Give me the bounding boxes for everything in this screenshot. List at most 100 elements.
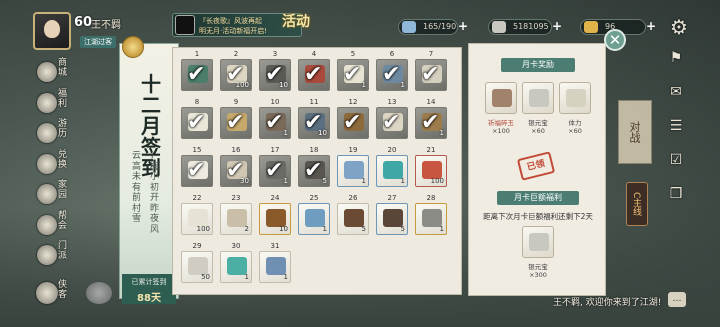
signin-day-cell[interactable]: 28 1 — [415, 194, 447, 236]
signin-day-cell[interactable]: 15 ✔ — [181, 146, 213, 188]
mail-icon[interactable]: ✉ — [666, 82, 686, 102]
total-signin-label: 已累计签到 — [131, 278, 167, 286]
signin-day-cell[interactable]: 30 1 — [220, 242, 252, 284]
hero-button[interactable]: 侠客 — [36, 278, 72, 308]
reward-slot: 1 — [220, 251, 252, 283]
reward-slot: 10 ✔ — [259, 59, 291, 91]
day-number: 6 — [389, 50, 395, 58]
add-gold-button[interactable]: + — [645, 20, 657, 33]
signin-day-cell[interactable]: 8 ✔ — [181, 98, 213, 140]
signin-day-cell[interactable]: 19 1 — [337, 146, 369, 188]
signin-day-cell[interactable]: 12 ✔ — [337, 98, 369, 140]
checkmark-icon: ✔ — [187, 62, 206, 87]
signin-day-cell[interactable]: 29 50 — [181, 242, 213, 284]
reward-qty: 1 — [361, 81, 366, 89]
reward-slot: 1 ✔ — [337, 59, 369, 91]
signin-day-cell[interactable]: 1 ✔ — [181, 50, 213, 92]
home-icon — [37, 184, 57, 204]
stamina-bun-icon — [566, 89, 586, 107]
signin-day-cell[interactable]: 20 1 — [376, 146, 408, 188]
event-flag-icon[interactable]: ⚑ — [666, 48, 686, 68]
menu-home[interactable]: 家园 — [34, 180, 72, 211]
menu-shop[interactable]: 商城 — [34, 58, 72, 89]
menu-welfare[interactable]: 福利 — [34, 89, 72, 120]
signin-day-cell[interactable]: 2 100 ✔ — [220, 50, 252, 92]
menu-travel[interactable]: 游历 — [34, 119, 72, 150]
reward-qty: 1 — [439, 225, 444, 233]
menu-exchange[interactable]: 兑换 — [34, 150, 72, 181]
reward-slot: 1 ✔ — [376, 59, 408, 91]
add-spirit-button[interactable]: + — [457, 20, 469, 33]
day-number: 23 — [231, 194, 241, 202]
reward-slot: 50 — [181, 251, 213, 283]
signin-day-cell[interactable]: 18 5 ✔ — [298, 146, 330, 188]
hero-label: 侠客 — [58, 280, 68, 300]
signin-day-cell[interactable]: 10 1 ✔ — [259, 98, 291, 140]
travel-icon — [37, 123, 57, 143]
book-icon[interactable]: ❒ — [666, 184, 686, 204]
reward-item[interactable]: 体力 ×60 — [559, 82, 591, 135]
reward-qty: 1 — [283, 129, 288, 137]
signin-day-cell[interactable]: 7 ✔ — [415, 50, 447, 92]
signin-day-cell[interactable]: 5 1 ✔ — [337, 50, 369, 92]
signin-banner: 十二月签到 云高未有前村雪 ，梅小初开昨夜风 已累计签到 88天 — [119, 36, 179, 304]
ranking-icon[interactable]: ☰ — [666, 116, 686, 136]
player-avatar[interactable] — [33, 12, 71, 50]
welcome-message: 王不羁, 欢迎你来到了江湖! — [553, 298, 662, 308]
settings-gear-icon[interactable]: ⚙ — [668, 16, 690, 38]
signin-day-cell[interactable]: 6 1 ✔ — [376, 50, 408, 92]
reward-slot: ✔ — [376, 107, 408, 139]
signin-day-cell[interactable]: 11 10 ✔ — [298, 98, 330, 140]
task-icon[interactable]: ☑ — [666, 150, 686, 170]
close-button[interactable]: ✕ — [604, 29, 626, 51]
day-number: 9 — [233, 98, 239, 106]
checkmark-icon: ✔ — [226, 158, 245, 183]
signin-day-cell[interactable]: 23 2 — [220, 194, 252, 236]
signin-day-cell[interactable]: 27 5 — [376, 194, 408, 236]
left-menu: 商城 福利 游历 兑换 家园 帮会 门派 — [34, 58, 72, 272]
add-silver-button[interactable]: + — [551, 20, 563, 33]
signin-day-cell[interactable]: 21 100 — [415, 146, 447, 188]
day-number: 12 — [348, 98, 358, 106]
signin-day-cell[interactable]: 13 ✔ — [376, 98, 408, 140]
day-number: 1 — [194, 50, 200, 58]
reward-qty: 5 — [322, 177, 327, 185]
day-number: 13 — [387, 98, 397, 106]
signin-day-cell[interactable]: 24 10 — [259, 194, 291, 236]
right-menu: ⚑ ✉ ☰ ☑ ❒ — [664, 48, 688, 218]
currency-value: 5181095 — [513, 22, 549, 31]
signin-day-cell[interactable]: 3 10 ✔ — [259, 50, 291, 92]
menu-label: 游历 — [58, 119, 68, 139]
signin-day-cell[interactable]: 9 ✔ — [220, 98, 252, 140]
signin-day-cell[interactable]: 14 1 ✔ — [415, 98, 447, 140]
reward-slot: 1 — [259, 251, 291, 283]
reward-qty: ×60 — [568, 127, 582, 135]
menu-sect[interactable]: 门派 — [34, 241, 72, 272]
claimed-stamp: 已领 — [516, 151, 556, 181]
checkmark-icon: ✔ — [343, 110, 362, 135]
signin-day-cell[interactable]: 31 1 — [259, 242, 291, 284]
chat-bubble-icon[interactable]: … — [668, 292, 686, 307]
reward-slot: ✔ — [181, 59, 213, 91]
jade-shard-icon — [492, 89, 512, 107]
menu-guild[interactable]: 帮会 — [34, 211, 72, 242]
plum-blossom-icon — [122, 36, 144, 58]
signin-day-cell[interactable]: 26 5 — [337, 194, 369, 236]
reward-qty: 5 — [361, 225, 366, 233]
gift-icon — [37, 92, 57, 113]
reward-qty: 1 — [361, 177, 366, 185]
month-card-bonus-header: 月卡巨额福利 — [497, 191, 579, 205]
signin-day-cell[interactable]: 4 ✔ — [298, 50, 330, 92]
signin-day-cell[interactable]: 22 100 — [181, 194, 213, 236]
month-card-header: 月卡奖励 — [501, 58, 575, 72]
signin-day-cell[interactable]: 16 30 ✔ — [220, 146, 252, 188]
mainline-quest-button[interactable]: C主线 — [626, 182, 648, 226]
bonus-reward-item[interactable]: 银元宝 ×300 — [522, 226, 554, 279]
event-badge[interactable]: 活动 — [282, 11, 310, 31]
signin-day-cell[interactable]: 25 1 — [298, 194, 330, 236]
reward-slot: ✔ — [415, 59, 447, 91]
silver-ingot-icon — [492, 21, 506, 33]
menu-label: 兑换 — [58, 149, 68, 170]
sect-icon — [37, 245, 57, 265]
signin-day-cell[interactable]: 17 1 ✔ — [259, 146, 291, 188]
